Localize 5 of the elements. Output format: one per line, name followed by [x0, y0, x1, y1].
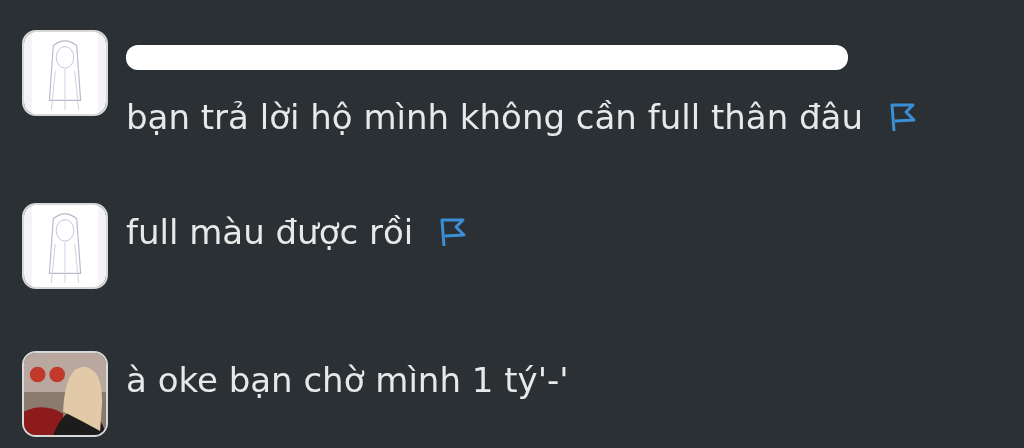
- comment-text: bạn trả lời hộ mình không cần full thân đâu: [126, 96, 863, 139]
- comment-text: full màu được rồi: [126, 211, 414, 254]
- flag-icon[interactable]: [889, 101, 917, 133]
- comment-text: à oke bạn chờ mình 1 tý'-': [126, 359, 569, 402]
- flag-icon[interactable]: [439, 216, 468, 248]
